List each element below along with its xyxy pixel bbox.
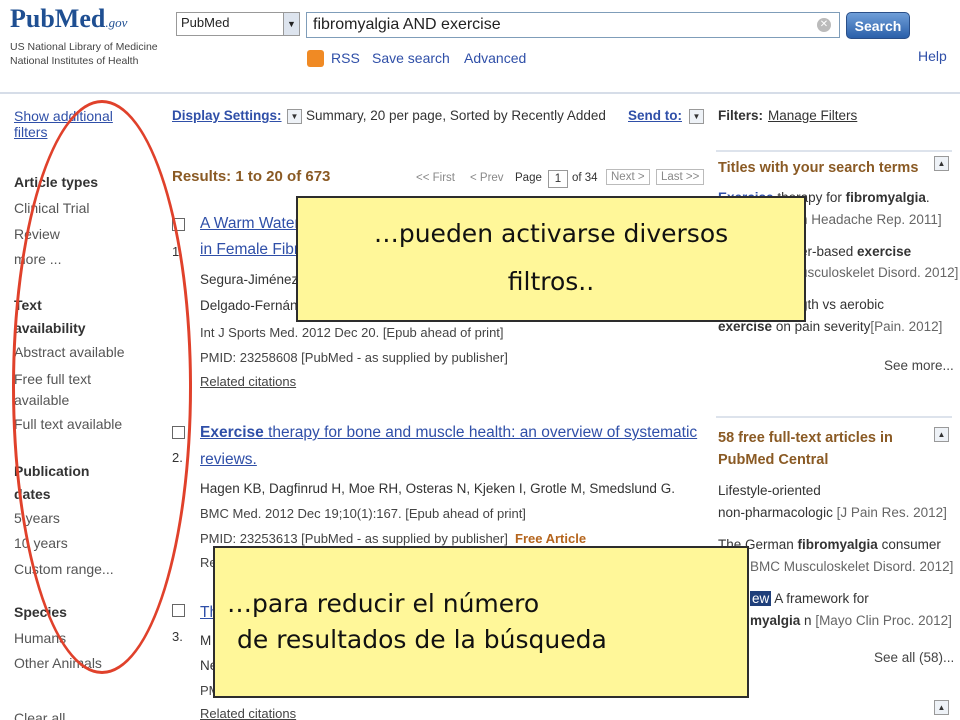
result-title[interactable]: Exercise therapy for bone and muscle hea…	[200, 424, 697, 442]
result-authors: Segura-Jiménez	[200, 272, 299, 287]
pmc-item-line1[interactable]: ew A framework for	[750, 591, 869, 606]
titles-item-journal: n Headache Rep. 2011]	[800, 212, 942, 227]
logo-suffix: .gov	[105, 15, 128, 30]
result-pmid: PMID: 23253613 [PubMed - as supplied by …	[200, 531, 508, 546]
result-title-rest: therapy for bone and muscle health: an o…	[263, 424, 698, 441]
database-select-value: PubMed	[181, 15, 230, 30]
titles-item-line1[interactable]: gth vs aerobic	[800, 297, 884, 312]
collapse-icon[interactable]: ▲	[934, 427, 949, 442]
filters-label: Filters:	[718, 108, 764, 123]
related-citations-link[interactable]: Related citations	[200, 374, 296, 389]
titles-item-journal: usculoskelet Disord. 2012]	[800, 265, 959, 280]
result-title[interactable]: A Warm Water	[200, 215, 300, 233]
database-select[interactable]: PubMed ▼	[176, 12, 300, 36]
callout-reduce-line2: de resultados de la búsqueda	[237, 625, 607, 654]
header-divider	[0, 92, 960, 94]
callout-filters: …pueden activarse diversos filtros..	[296, 196, 806, 322]
clear-icon[interactable]: ✕	[817, 18, 831, 32]
save-search-link[interactable]: Save search	[372, 50, 450, 66]
org-block: US National Library of Medicine National…	[10, 40, 170, 68]
org-line1: US National Library of Medicine	[10, 41, 158, 53]
result-title-line2[interactable]: reviews.	[200, 451, 257, 469]
see-more-link[interactable]: See more...	[884, 358, 954, 373]
display-settings-link[interactable]: Display Settings:	[172, 108, 282, 123]
pmc-item-line1[interactable]: Lifestyle-oriented	[718, 483, 821, 498]
related-citations-link[interactable]: Related citations	[200, 706, 296, 720]
search-button[interactable]: Search	[846, 12, 910, 39]
search-input[interactable]: fibromyalgia AND exercise ✕	[306, 12, 840, 38]
help-link[interactable]: Help	[918, 48, 947, 64]
org-line2: National Institutes of Health	[10, 55, 139, 67]
collapse-icon[interactable]: ▲	[934, 700, 949, 715]
callout-filters-line2: filtros..	[507, 267, 595, 296]
pmc-panel-title: 58 free full-text articles in	[718, 430, 893, 446]
send-to-link[interactable]: Send to:	[628, 108, 682, 123]
pager-of: of 34	[572, 172, 598, 184]
manage-filters-link[interactable]: Manage Filters	[768, 108, 857, 123]
chevron-down-icon[interactable]: ▼	[287, 109, 302, 124]
sidebar-highlight-oval	[12, 100, 192, 674]
pmc-item-line2[interactable]: myalgia n [Mayo Clin Proc. 2012]	[750, 613, 952, 628]
chevron-down-icon[interactable]: ▼	[689, 109, 704, 124]
advanced-link[interactable]: Advanced	[464, 50, 526, 66]
titles-panel-title: Titles with your search terms	[718, 160, 919, 176]
pager-first[interactable]: << First	[416, 172, 455, 184]
pager-last[interactable]: Last >>	[656, 169, 705, 185]
free-article-badge[interactable]: Free Article	[515, 531, 586, 546]
titles-item-line1[interactable]: er-based exercise	[800, 244, 911, 259]
callout-reduce-line1: …para reducir el número	[227, 589, 540, 618]
pager-page-input[interactable]: 1	[548, 170, 568, 188]
see-all-link[interactable]: See all (58)...	[874, 650, 954, 665]
result-authors-line2: Delgado-Fernán	[200, 298, 298, 313]
result-checkbox[interactable]	[172, 604, 185, 617]
result-source: Int J Sports Med. 2012 Dec 20. [Epub ahe…	[200, 325, 504, 340]
result-pmid: PMID: 23258608 [PubMed - as supplied by …	[200, 350, 508, 365]
pager-page-label: Page	[515, 172, 542, 184]
pager-next[interactable]: Next >	[606, 169, 650, 185]
callout-filters-line1: …pueden activarse diversos	[373, 219, 729, 248]
rss-icon[interactable]	[307, 50, 324, 67]
callout-reduce: …para reducir el número de resultados de…	[213, 546, 749, 698]
pager-prev[interactable]: < Prev	[470, 172, 504, 184]
pmc-item-line1[interactable]: The German fibromyalgia consumer	[718, 537, 941, 552]
pmc-panel-title-line2: PubMed Central	[718, 452, 829, 468]
chevron-down-icon[interactable]: ▼	[283, 13, 299, 35]
collapse-icon[interactable]: ▲	[934, 156, 949, 171]
pmc-item-journal: BMC Musculoskelet Disord. 2012]	[750, 559, 954, 574]
result-number: 3.	[172, 629, 183, 644]
clear-all-link[interactable]: Clear all	[14, 710, 65, 720]
display-settings-value: Summary, 20 per page, Sorted by Recently…	[306, 108, 606, 123]
rss-link[interactable]: RSS	[331, 50, 360, 66]
result-source: BMC Med. 2012 Dec 19;10(1):167. [Epub ah…	[200, 506, 526, 521]
pubmed-logo[interactable]: PubMed.gov	[10, 4, 127, 34]
result-authors: M	[200, 633, 212, 648]
search-input-value: fibromyalgia AND exercise	[313, 16, 501, 33]
results-count: Results: 1 to 20 of 673	[172, 168, 331, 185]
pmc-item-line2[interactable]: non-pharmacologic [J Pain Res. 2012]	[718, 505, 947, 520]
result-authors: Hagen KB, Dagfinrud H, Moe RH, Osteras N…	[200, 481, 675, 496]
result-title-line2[interactable]: in Female Fibr	[200, 241, 299, 259]
logo-text: PubMed	[10, 4, 106, 33]
result-title-bold: Exercise	[200, 424, 264, 441]
